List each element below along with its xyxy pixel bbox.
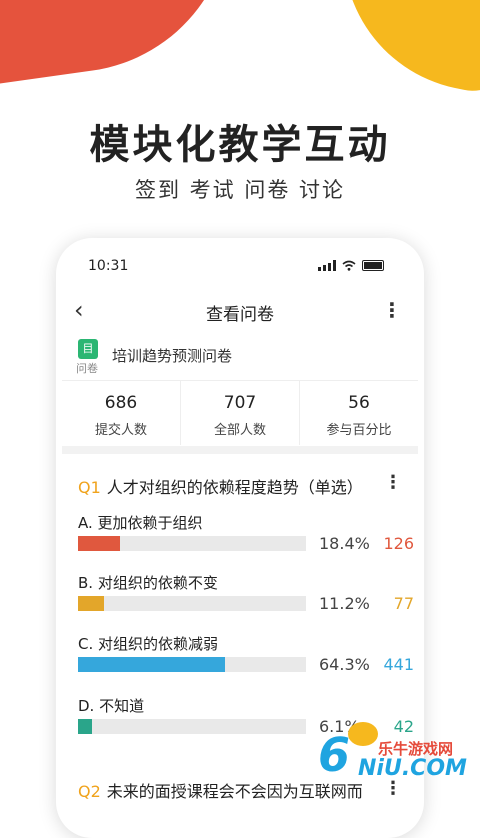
option-a-bar-fill [78, 536, 120, 551]
option-b-bar-fill [78, 596, 104, 611]
watermark-logo: 6 乐牛游戏网 NiU.COM [318, 722, 480, 800]
option-b-bar [78, 596, 306, 611]
status-bar: 10:31 [88, 258, 384, 278]
option-d-bar [78, 719, 306, 734]
stats-panel: 686 提交人数 707 全部人数 56 参与百分比 [62, 380, 418, 445]
question-2-number: Q2 [78, 782, 101, 801]
option-a-bar [78, 536, 306, 551]
option-c-bar [78, 657, 306, 672]
stat-submitted-label: 提交人数 [94, 423, 147, 438]
question-1-title: Q1 人才对组织的依赖程度趋势（单选） [78, 474, 363, 498]
option-b: B. 对组织的依赖不变 11.2% 77 [78, 572, 414, 613]
option-d: D. 不知道 6.1% 42 [78, 695, 414, 736]
watermark-digit: 6 [318, 728, 351, 782]
survey-type-label: 问卷 [76, 362, 98, 375]
option-a-count: 126 [383, 534, 414, 553]
topbar: ‹ 查看问卷 ⋮ [56, 296, 424, 326]
question-1-number: Q1 [78, 478, 101, 497]
battery-icon [362, 260, 384, 271]
question-1-text: 人才对组织的依赖程度趋势（单选） [106, 478, 363, 497]
stat-total: 707 全部人数 [181, 381, 300, 445]
decor-yellow-blob [317, 0, 480, 99]
question-1-more-icon[interactable]: ⋮ [384, 472, 402, 493]
stat-percent-label: 参与百分比 [326, 423, 392, 438]
option-d-bar-fill [78, 719, 92, 734]
option-a: A. 更加依赖于组织 18.4% 126 [78, 512, 414, 553]
survey-name: 培训趋势预测问卷 [112, 347, 233, 365]
signal-icon [318, 260, 336, 271]
option-a-percent: 18.4% [319, 534, 370, 553]
status-icons [318, 260, 384, 271]
stat-percent-value: 56 [348, 393, 370, 413]
option-b-label: B. 对组织的依赖不变 [78, 574, 218, 592]
option-c-bar-fill [78, 657, 225, 672]
stat-total-value: 707 [223, 393, 257, 413]
wifi-icon [342, 260, 356, 271]
stat-percent: 56 参与百分比 [300, 381, 418, 445]
option-c: C. 对组织的依赖减弱 64.3% 441 [78, 633, 414, 674]
stat-submitted: 686 提交人数 [62, 381, 181, 445]
stat-submitted-value: 686 [104, 393, 138, 413]
option-c-count: 441 [383, 655, 414, 674]
hero-subline: 签到 考试 问卷 讨论 [134, 178, 346, 202]
status-time: 10:31 [88, 258, 129, 274]
cow-mascot-icon [348, 722, 378, 746]
option-c-label: C. 对组织的依赖减弱 [78, 635, 219, 653]
option-c-percent: 64.3% [319, 655, 370, 674]
stat-total-label: 全部人数 [213, 423, 266, 438]
hero-headline: 模块化教学互动 [89, 122, 391, 168]
option-b-percent: 11.2% [319, 594, 370, 613]
page-title: 查看问卷 [206, 305, 274, 325]
option-a-label: A. 更加依赖于组织 [78, 514, 203, 532]
option-b-count: 77 [393, 594, 414, 613]
decor-red-blob [0, 0, 252, 91]
more-menu-icon[interactable]: ⋮ [382, 298, 402, 322]
option-d-label: D. 不知道 [78, 697, 145, 715]
survey-doc-icon: 目 [78, 339, 98, 359]
watermark-en-text: NiU.COM [358, 756, 467, 781]
section-divider [62, 446, 418, 454]
